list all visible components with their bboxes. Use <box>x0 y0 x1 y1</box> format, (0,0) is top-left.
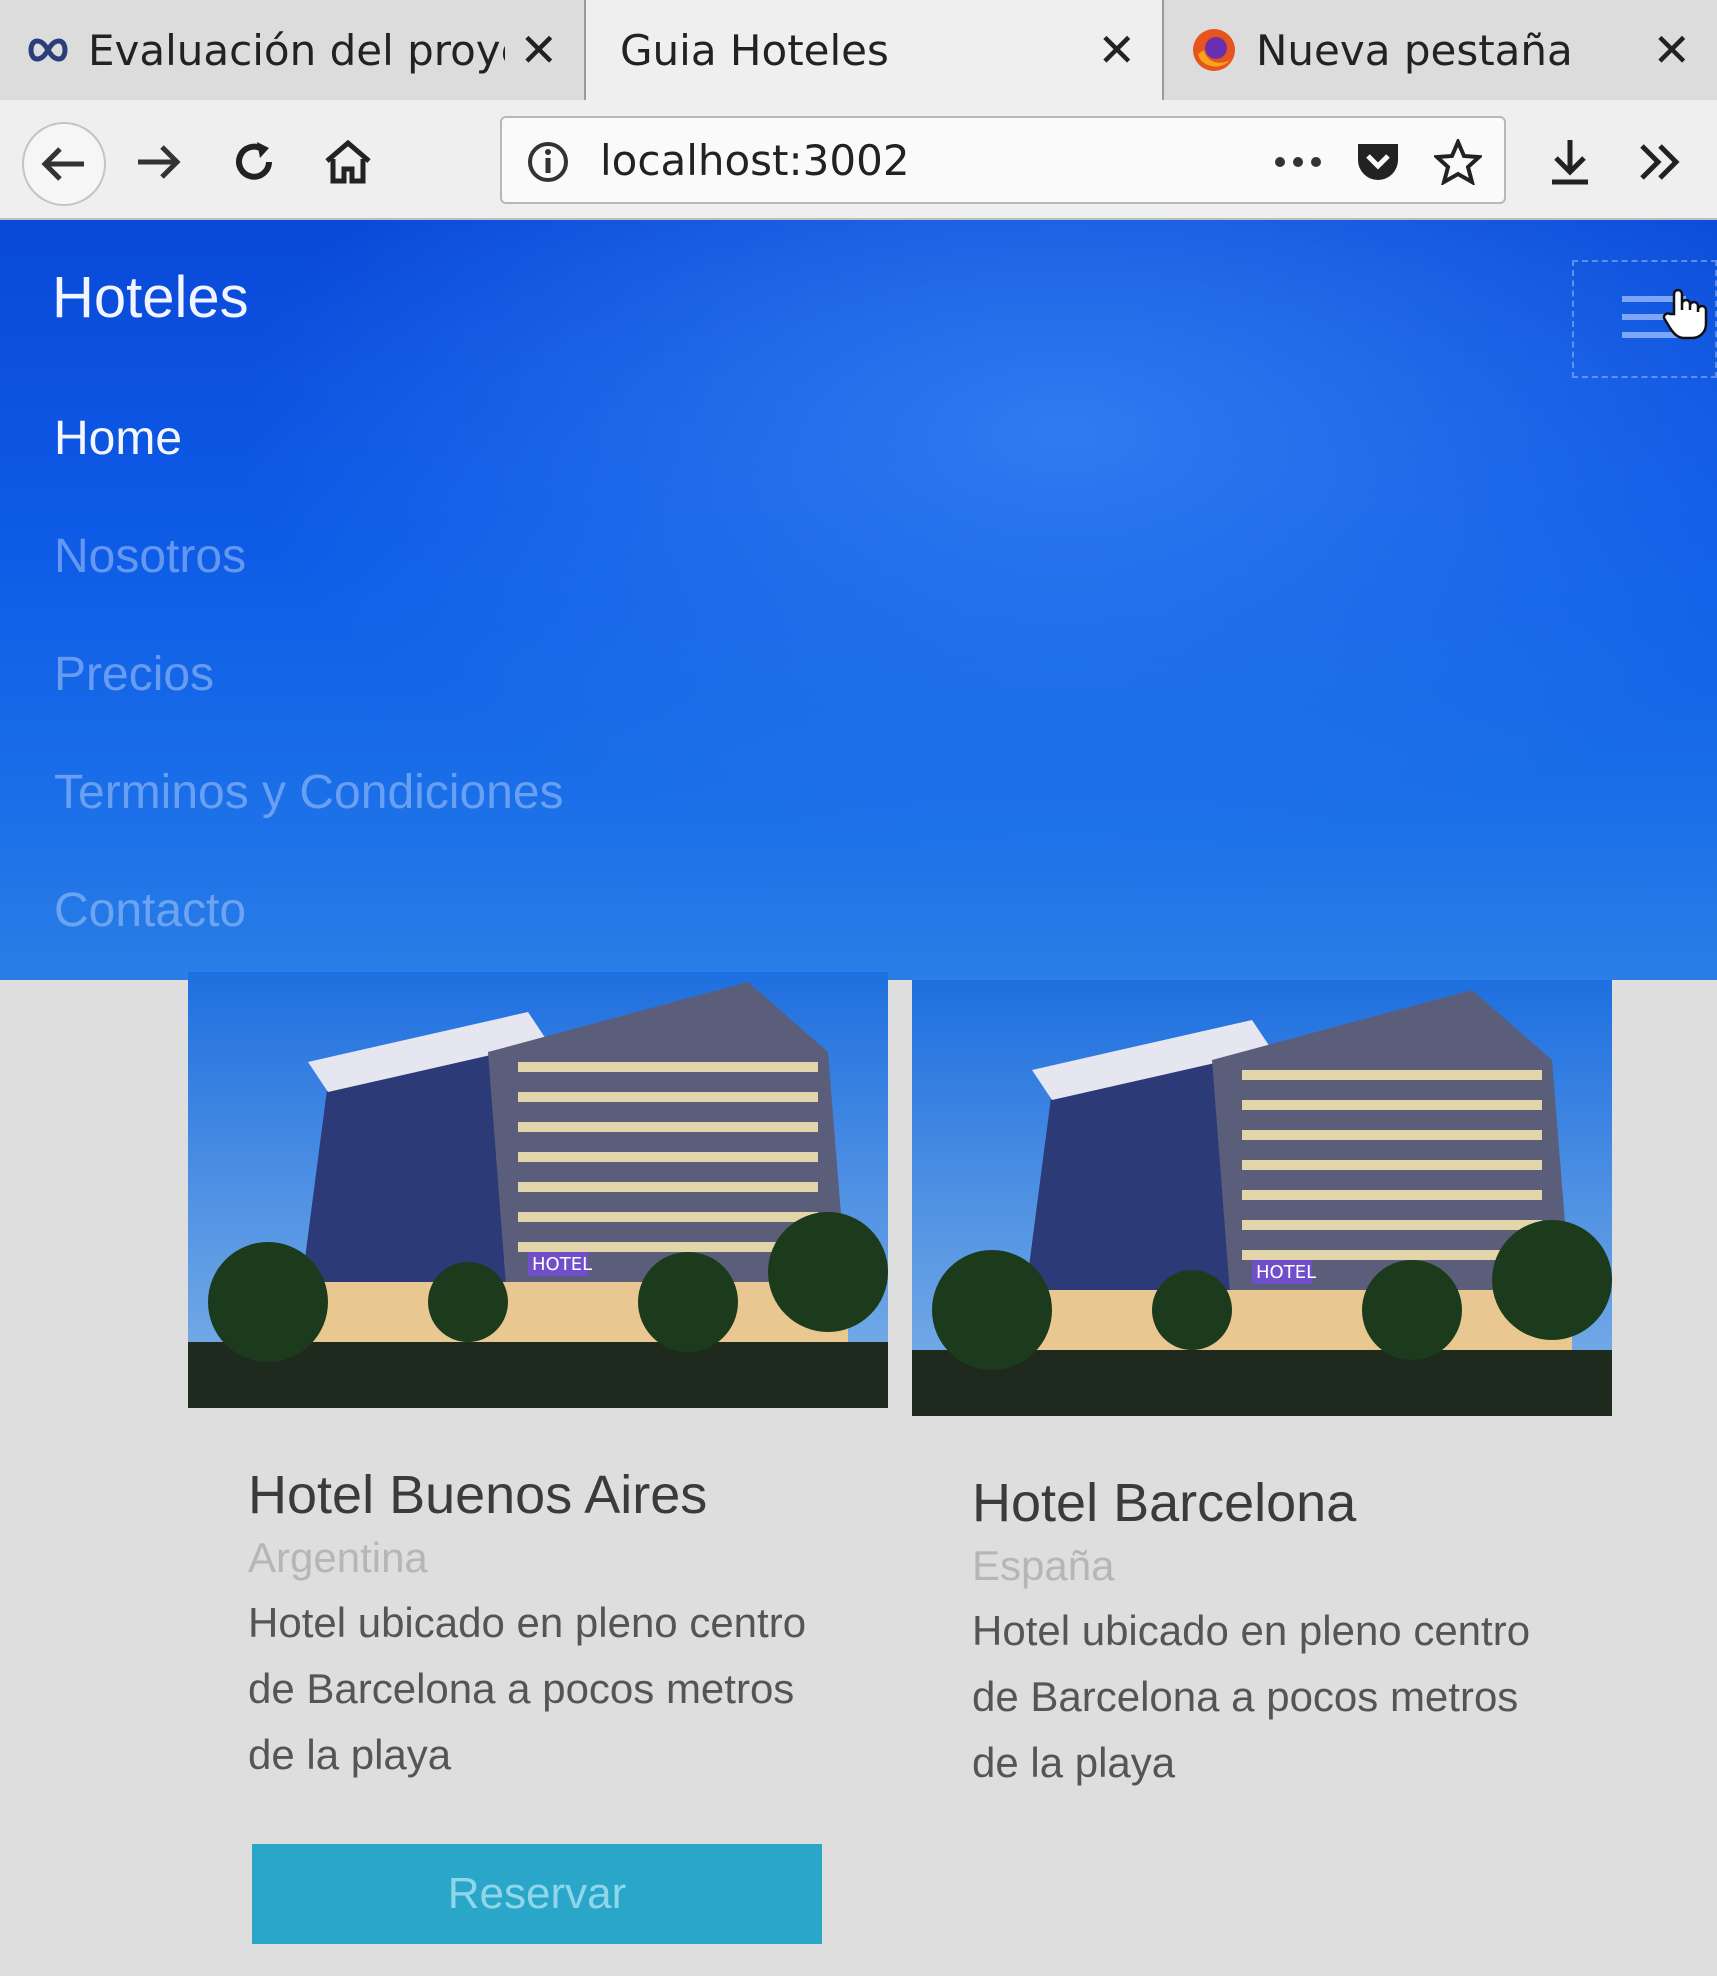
overflow-menu-button[interactable] <box>1620 122 1700 202</box>
forward-button[interactable] <box>118 122 198 202</box>
tab-evaluacion[interactable]: Evaluación del proye ✕ <box>0 0 586 100</box>
hotel-card: HOTEL Hotel Buenos Aires Argentina Hotel… <box>188 972 888 1788</box>
card-title: Hotel Barcelona <box>972 1473 1357 1533</box>
chevron-double-right-icon <box>1640 144 1680 180</box>
arrow-left-icon <box>41 147 84 181</box>
nav-link-nosotros[interactable]: Nosotros <box>54 498 564 616</box>
downloads-button[interactable] <box>1530 122 1610 202</box>
nav-menu: Home Nosotros Precios Terminos y Condici… <box>54 380 564 970</box>
card-text: Hotel ubicado en pleno centro de Barcelo… <box>972 1607 1531 1786</box>
hand-cursor-icon <box>1662 288 1708 340</box>
navbar-toggler-button[interactable] <box>1572 260 1717 378</box>
info-icon[interactable] <box>522 136 574 188</box>
url-text[interactable]: localhost:3002 <box>600 136 910 185</box>
close-tab-icon[interactable]: ✕ <box>1652 27 1691 73</box>
back-button[interactable] <box>22 122 106 206</box>
browser-tab-strip: Evaluación del proye ✕ Guia Hoteles ✕ Nu… <box>0 0 1717 100</box>
browser-toolbar: localhost:3002 <box>0 100 1717 220</box>
tab-title: Guia Hoteles <box>620 25 889 75</box>
hotel-image: HOTEL <box>188 972 888 1408</box>
tab-guia-hoteles[interactable]: Guia Hoteles ✕ <box>586 0 1164 100</box>
reload-button[interactable] <box>214 122 294 202</box>
card-text: Hotel ubicado en pleno centro de Barcelo… <box>248 1599 807 1778</box>
reload-icon <box>236 142 272 180</box>
svg-text:HOTEL: HOTEL <box>1256 1262 1316 1283</box>
pocket-icon[interactable] <box>1352 136 1404 188</box>
reservar-button[interactable]: Reservar <box>252 1844 822 1944</box>
download-icon <box>1552 140 1588 185</box>
page-actions-icon[interactable] <box>1272 136 1324 188</box>
infinity-icon <box>28 38 68 62</box>
arrow-right-icon <box>138 145 181 179</box>
close-tab-icon[interactable]: ✕ <box>1097 27 1136 73</box>
hotel-image: HOTEL <box>912 980 1612 1416</box>
home-icon <box>325 139 371 184</box>
tab-title: Nueva pestaña <box>1256 25 1573 75</box>
home-button[interactable] <box>308 122 388 202</box>
nav-link-terminos[interactable]: Terminos y Condiciones <box>54 734 564 852</box>
nav-link-contacto[interactable]: Contacto <box>54 852 564 970</box>
tab-title: Evaluación del proye <box>88 25 506 75</box>
firefox-icon <box>1193 29 1235 71</box>
card-subtitle: España <box>972 1542 1115 1589</box>
navbar-brand[interactable]: Hoteles <box>52 264 249 331</box>
card-subtitle: Argentina <box>248 1534 428 1581</box>
bookmark-star-icon[interactable] <box>1432 136 1484 188</box>
nav-link-precios[interactable]: Precios <box>54 616 564 734</box>
tab-nueva-pestana[interactable]: Nueva pestaña ✕ <box>1164 0 1717 100</box>
page-content: Hoteles Home Nosotros Precios Terminos y… <box>0 220 1717 1976</box>
nav-link-home[interactable]: Home <box>54 380 564 498</box>
card-title: Hotel Buenos Aires <box>248 1465 708 1525</box>
url-bar[interactable]: localhost:3002 <box>500 116 1506 204</box>
svg-text:HOTEL: HOTEL <box>532 1254 592 1275</box>
navbar-collapsed-menu: Hoteles Home Nosotros Precios Terminos y… <box>0 220 1717 980</box>
hotel-card: HOTEL Hotel Barcelona España Hotel ubica… <box>912 980 1612 1796</box>
close-tab-icon[interactable]: ✕ <box>519 27 558 73</box>
